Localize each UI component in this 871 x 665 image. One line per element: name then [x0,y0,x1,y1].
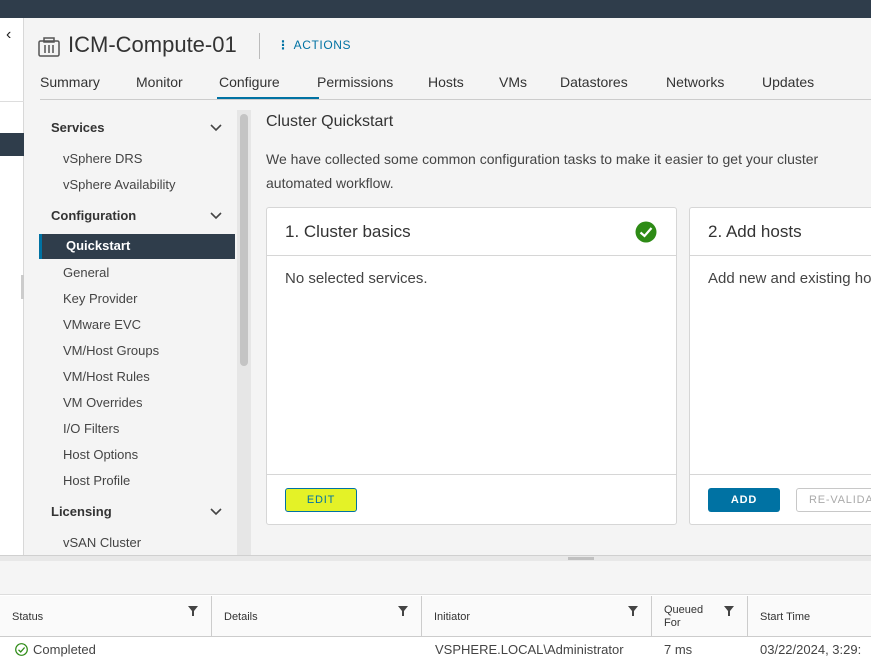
chevron-down-icon[interactable] [210,508,222,516]
card-title: 2. Add hosts [708,222,802,241]
card-footer: EDIT [267,474,676,524]
tab-configure[interactable]: Configure [217,74,319,100]
cluster-icon [38,37,60,57]
card-header: 2. Add hosts [690,208,871,256]
column-details[interactable]: Details [212,596,422,637]
tab-vms[interactable]: VMs [499,74,560,100]
menu-scrollbar-thumb[interactable] [240,114,248,366]
menu-item-general[interactable]: General [63,265,109,280]
add-hosts-card: 2. Add hosts Add new and existing ho ADD… [689,207,871,525]
tab-bar: Summary Monitor Configure Permissions Ho… [40,74,832,100]
menu-item-quickstart[interactable]: Quickstart [39,234,235,259]
page-title: ICM-Compute-01 [68,32,237,57]
menu-section-licensing[interactable]: Licensing [51,504,112,519]
menu-section-configuration[interactable]: Configuration [51,208,136,223]
tasks-grid-header: Status Details Initiator Queued For Star… [0,596,871,637]
menu-item-vmware-evc[interactable]: VMware EVC [63,317,141,332]
menu-item-vm-overrides[interactable]: VM Overrides [63,395,142,410]
filter-icon[interactable] [188,606,198,616]
card-body-text: Add new and existing ho [708,270,871,287]
actions-menu-button[interactable]: ⋮ ACTIONS [277,38,351,52]
edit-button[interactable]: EDIT [285,488,357,512]
configure-menu: Services vSphere DRS vSphere Availabilit… [24,100,237,555]
navigator-selected-item[interactable] [0,133,24,156]
column-queued-for[interactable]: Queued For [652,596,748,637]
menu-item-vsphere-availability[interactable]: vSphere Availability [63,177,176,192]
navigator-divider [0,101,24,102]
add-button[interactable]: ADD [708,488,780,512]
menu-item-host-profile[interactable]: Host Profile [63,473,130,488]
tab-summary[interactable]: Summary [40,74,136,100]
cluster-basics-card: 1. Cluster basics No selected services. … [266,207,677,525]
card-title: 1. Cluster basics [285,222,411,241]
menu-item-vsan-cluster[interactable]: vSAN Cluster [63,535,141,550]
card-footer: ADD RE-VALIDA [690,474,871,524]
menu-item-vsphere-drs[interactable]: vSphere DRS [63,151,142,166]
collapse-icon[interactable]: ‹ [6,26,11,44]
tab-networks[interactable]: Networks [666,74,762,100]
header-divider [259,33,260,59]
chevron-down-icon[interactable] [210,124,222,132]
chevron-down-icon[interactable] [210,212,222,220]
menu-item-io-filters[interactable]: I/O Filters [63,421,119,436]
task-start-time: 03/22/2024, 3:29: [760,642,862,657]
column-initiator[interactable]: Initiator [422,596,652,637]
recent-tasks-panel: Status Details Initiator Queued For Star… [0,561,871,665]
task-queued-for: 7 ms [664,642,693,657]
menu-item-key-provider[interactable]: Key Provider [63,291,137,306]
filter-icon[interactable] [628,606,638,616]
splitter-handle[interactable] [568,557,594,560]
menu-item-host-options[interactable]: Host Options [63,447,138,462]
task-status: Completed [15,642,96,657]
kebab-icon: ⋮ [277,38,290,52]
check-circle-icon [635,221,657,243]
column-status[interactable]: Status [0,596,212,637]
menu-section-services[interactable]: Services [51,120,105,135]
table-row[interactable]: Completed VSPHERE.LOCAL\Administrator 7 … [0,638,871,665]
navigator-panel: ‹ [0,18,24,555]
top-bar [0,0,871,18]
tab-permissions[interactable]: Permissions [317,74,428,100]
object-header: ICM-Compute-01 ⋮ ACTIONS Summary Monitor … [24,18,871,100]
menu-item-vm-host-rules[interactable]: VM/Host Rules [63,369,150,384]
revalidate-button[interactable]: RE-VALIDA [796,488,871,512]
card-header: 1. Cluster basics [267,208,676,256]
filter-icon[interactable] [724,606,734,616]
tab-monitor[interactable]: Monitor [136,74,219,100]
tab-datastores[interactable]: Datastores [560,74,666,100]
card-body-text: No selected services. [285,270,428,287]
quickstart-title: Cluster Quickstart [266,113,394,130]
menu-item-vm-host-groups[interactable]: VM/Host Groups [63,343,159,358]
tab-hosts[interactable]: Hosts [428,74,499,100]
recent-tasks-toolbar [0,561,871,595]
filter-icon[interactable] [398,606,408,616]
configure-content: Services vSphere DRS vSphere Availabilit… [24,100,871,555]
check-circle-outline-icon [15,643,28,656]
quickstart-description: We have collected some common configurat… [266,151,819,191]
column-start-time[interactable]: Start Time [748,596,871,637]
task-initiator: VSPHERE.LOCAL\Administrator [435,642,624,657]
tab-updates[interactable]: Updates [762,74,832,100]
